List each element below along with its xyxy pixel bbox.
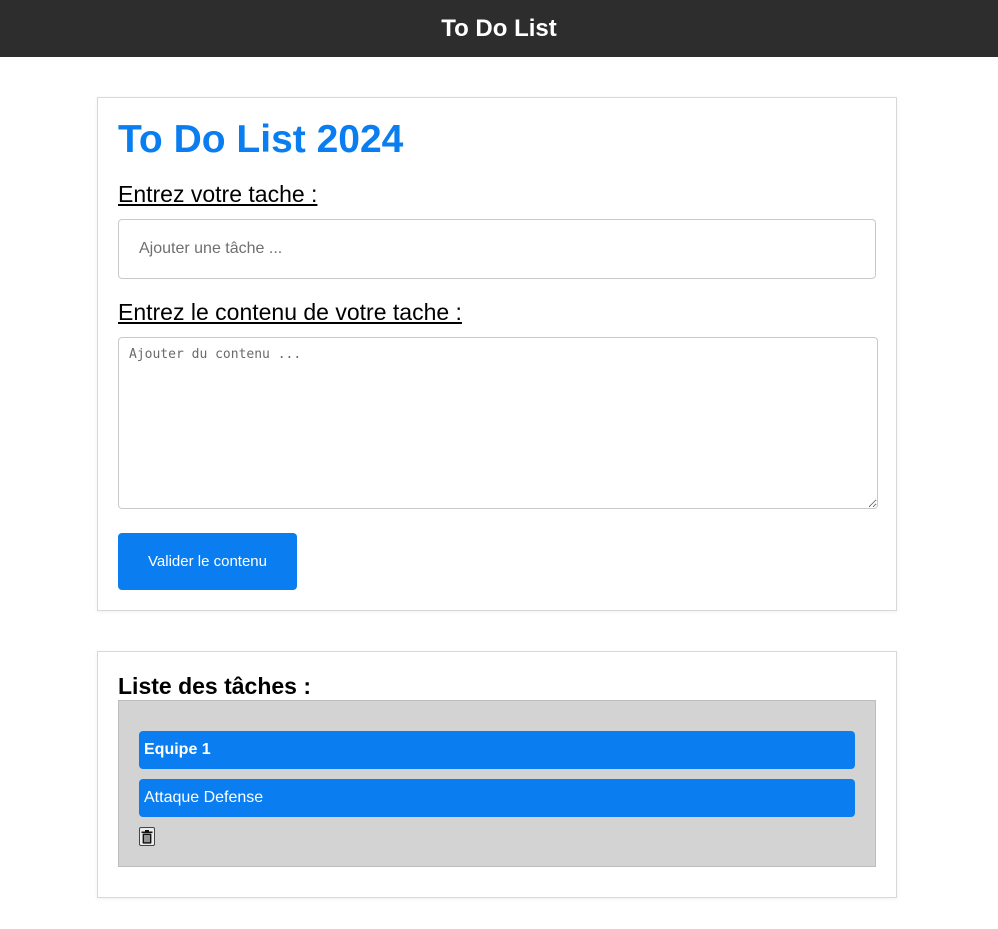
task-list-card: Liste des tâches : Equipe 1 Attaque Defe… xyxy=(97,651,897,898)
submit-content-button[interactable]: Valider le contenu xyxy=(118,533,297,590)
task-name: Equipe 1 xyxy=(139,731,855,769)
task-title-label: Entrez votre tache : xyxy=(118,181,318,207)
task-title-input[interactable] xyxy=(118,219,876,279)
delete-task-button[interactable] xyxy=(139,827,155,846)
trash-icon xyxy=(141,829,153,844)
app-title: To Do List xyxy=(441,14,557,42)
task-content-textarea[interactable] xyxy=(118,337,878,509)
task-list-title: Liste des tâches : xyxy=(118,673,312,699)
task-content: Attaque Defense xyxy=(139,779,855,817)
page-title: To Do List 2024 xyxy=(118,118,404,161)
task-form-card: To Do List 2024 Entrez votre tache : Ent… xyxy=(97,97,897,611)
task-content-label: Entrez le contenu de votre tache : xyxy=(118,299,462,325)
top-bar: To Do List xyxy=(0,0,998,57)
task-item: Equipe 1 Attaque Defense xyxy=(118,700,876,867)
